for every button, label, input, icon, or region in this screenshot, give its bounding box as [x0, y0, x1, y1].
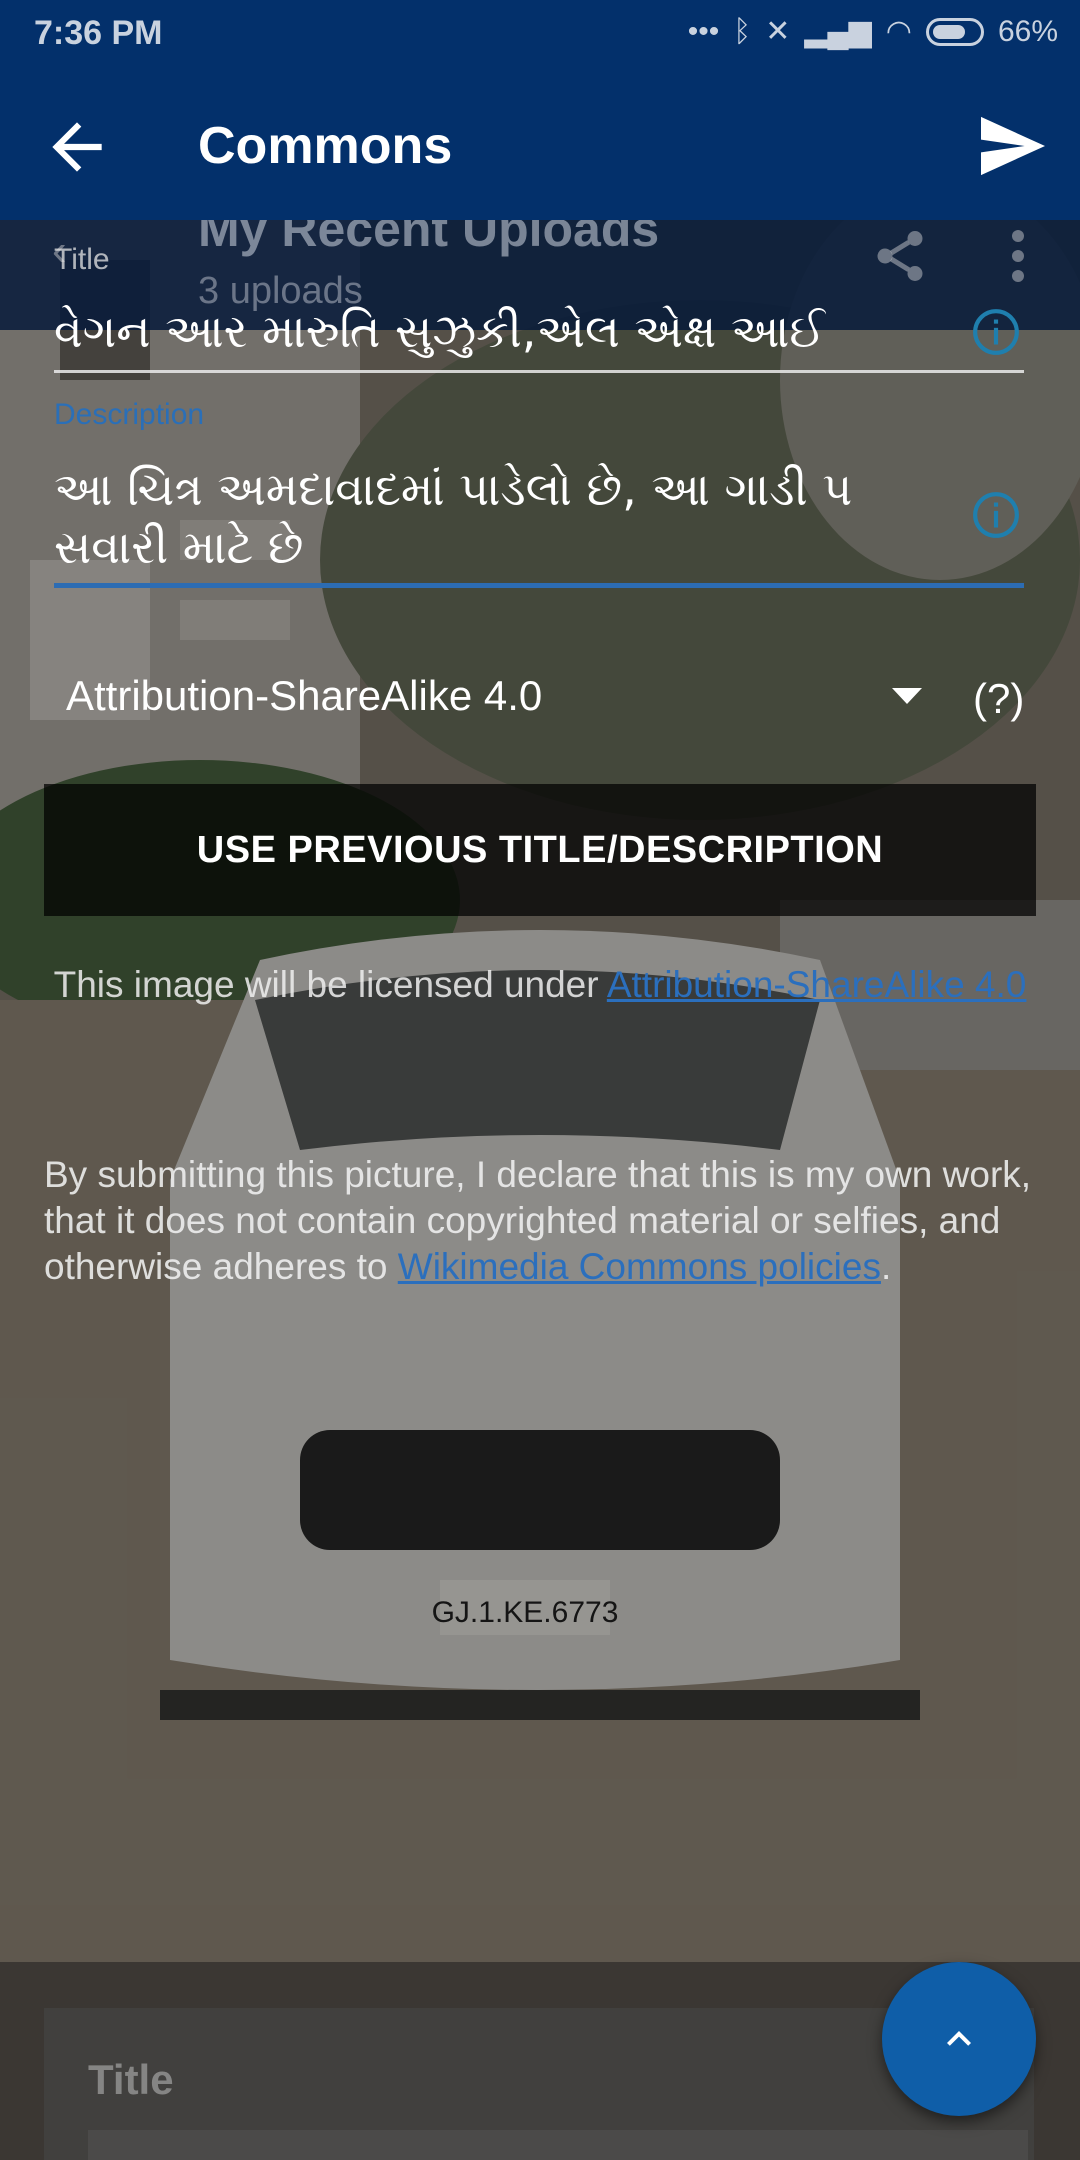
declaration-end: . [880, 1246, 892, 1287]
signal-icon: ••• [687, 14, 720, 48]
info-icon[interactable] [971, 307, 1021, 357]
info-icon[interactable] [971, 490, 1021, 540]
description-input[interactable]: આ ચિત્ર અમદાવાદમાં પાડેલો છે, આ ગાડી પ સ… [54, 460, 954, 576]
battery-icon [925, 17, 984, 46]
background-card-title: Title [88, 2056, 174, 2103]
license-notice-text: This image will be licensed under [53, 964, 607, 1005]
app-title: Commons [198, 117, 453, 175]
description-label: Description [54, 398, 205, 431]
cellular-icon: ▂▄▆ [804, 15, 872, 48]
arrow-left-icon[interactable] [40, 110, 114, 184]
status-bar: 7:36 PM ••• ᛒ ✕ ▂▄▆ ◠ 66% [0, 0, 1080, 70]
send-icon[interactable] [978, 114, 1048, 178]
status-time: 7:36 PM [34, 14, 163, 52]
more-vert-icon [1012, 230, 1024, 282]
license-dropdown[interactable]: Attribution-ShareAlike 4.0 [66, 672, 542, 720]
status-icons: ••• ᛒ ✕ ▂▄▆ ◠ 66% [688, 14, 1058, 49]
declaration-text: By submitting this picture, I declare th… [44, 1152, 1034, 1290]
background-card-line [88, 2130, 1028, 2160]
description-underline [54, 583, 1024, 588]
triangle-down-icon[interactable] [892, 688, 922, 704]
policies-link[interactable]: Wikimedia Commons policies [398, 1246, 881, 1287]
battery-percent: 66% [997, 14, 1058, 48]
bluetooth-icon: ᛒ [733, 14, 752, 48]
title-underline [54, 370, 1024, 373]
use-previous-button[interactable]: USE PREVIOUS TITLE/DESCRIPTION [44, 784, 1036, 916]
license-link[interactable]: Attribution-ShareAlike 4.0 [607, 964, 1027, 1005]
license-notice: This image will be licensed under Attrib… [52, 962, 1028, 1008]
collapse-fab[interactable] [882, 1962, 1036, 2116]
license-help-button[interactable]: (?) [973, 675, 1024, 723]
title-input[interactable]: વેગન આર મારુતિ સુઝુકી,એલ એક્ષ આઈ [54, 302, 954, 360]
share-icon [877, 231, 923, 281]
chevron-up-icon [947, 2031, 971, 2046]
title-label: Title [54, 243, 110, 276]
toolbar: Commons [0, 70, 1080, 220]
wifi-icon: ◠ [885, 15, 912, 48]
mute-icon: ✕ [765, 15, 791, 48]
